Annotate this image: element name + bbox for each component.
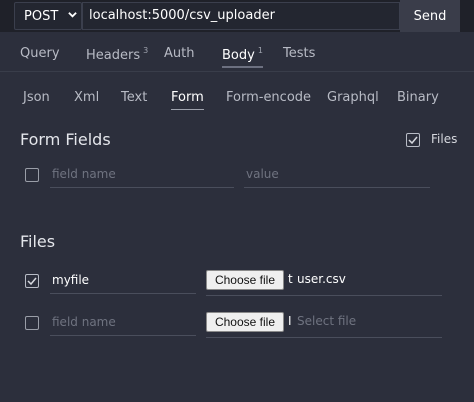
select-file-placeholder: Select file xyxy=(297,314,357,328)
form-field-name-input[interactable]: field name xyxy=(50,164,234,188)
url-input[interactable]: localhost:5000/csv_uploader xyxy=(82,2,400,30)
file-label-fragment: I xyxy=(288,314,292,328)
selected-file-name: user.csv xyxy=(297,272,346,286)
tab-auth[interactable]: Auth xyxy=(164,46,194,61)
file-field-name-placeholder: field name xyxy=(52,315,116,329)
files-title: Files xyxy=(20,232,56,251)
files-toggle-label: Files xyxy=(431,132,458,146)
request-tabs: Query Headers 3 Auth Body 1 Tests xyxy=(0,46,474,70)
files-toggle-checkbox[interactable] xyxy=(406,133,420,147)
tab-query[interactable]: Query xyxy=(20,46,60,61)
file-picker: Choose file t user.csv xyxy=(206,270,442,296)
tab-tests[interactable]: Tests xyxy=(283,46,315,61)
tab-form-encode[interactable]: Form-encode xyxy=(226,90,311,105)
body-count-badge: 1 xyxy=(257,46,263,55)
tab-xml[interactable]: Xml xyxy=(74,90,99,105)
file-field-name-value: myfile xyxy=(52,273,90,287)
tab-tests-label: Tests xyxy=(283,46,316,61)
tab-headers[interactable]: Headers 3 xyxy=(86,46,148,63)
headers-count-badge: 3 xyxy=(143,46,149,55)
send-button[interactable]: Send xyxy=(400,0,460,32)
choose-file-button[interactable]: Choose file xyxy=(206,270,284,290)
tab-graphql[interactable]: Graphql xyxy=(327,90,379,105)
chevron-down-icon xyxy=(68,12,77,18)
tab-headers-label: Headers xyxy=(86,48,141,63)
form-field-name-placeholder: field name xyxy=(52,167,116,181)
file-label-fragment: t xyxy=(288,272,293,286)
tab-body-label: Body xyxy=(222,48,255,63)
tab-text[interactable]: Text xyxy=(121,90,147,105)
method-select[interactable]: POST xyxy=(14,2,82,30)
tab-json[interactable]: Json xyxy=(23,90,50,105)
tab-query-label: Query xyxy=(20,46,60,61)
tab-form[interactable]: Form xyxy=(171,90,204,110)
file-picker: Choose file I Select file xyxy=(206,312,442,338)
choose-file-button[interactable]: Choose file xyxy=(206,312,284,332)
tab-body[interactable]: Body 1 xyxy=(222,46,263,68)
file-field-name-input[interactable]: myfile xyxy=(50,270,196,294)
url-text: localhost:5000/csv_uploader xyxy=(89,8,275,23)
form-fields-title: Form Fields xyxy=(20,130,111,149)
body-type-tabs: Json Xml Text Form Form-encode Graphql B… xyxy=(0,90,474,114)
method-label: POST xyxy=(24,9,59,24)
tabs-divider xyxy=(0,71,474,72)
tab-auth-label: Auth xyxy=(164,46,195,61)
check-icon xyxy=(408,136,418,145)
file-row-checkbox[interactable] xyxy=(25,274,39,288)
form-field-value-placeholder: value xyxy=(246,167,279,181)
form-field-checkbox[interactable] xyxy=(25,168,39,182)
tab-binary[interactable]: Binary xyxy=(397,90,439,105)
file-row-checkbox[interactable] xyxy=(25,316,39,330)
check-icon xyxy=(27,277,37,286)
form-field-value-input[interactable]: value xyxy=(244,164,430,188)
file-field-name-input[interactable]: field name xyxy=(50,312,196,336)
